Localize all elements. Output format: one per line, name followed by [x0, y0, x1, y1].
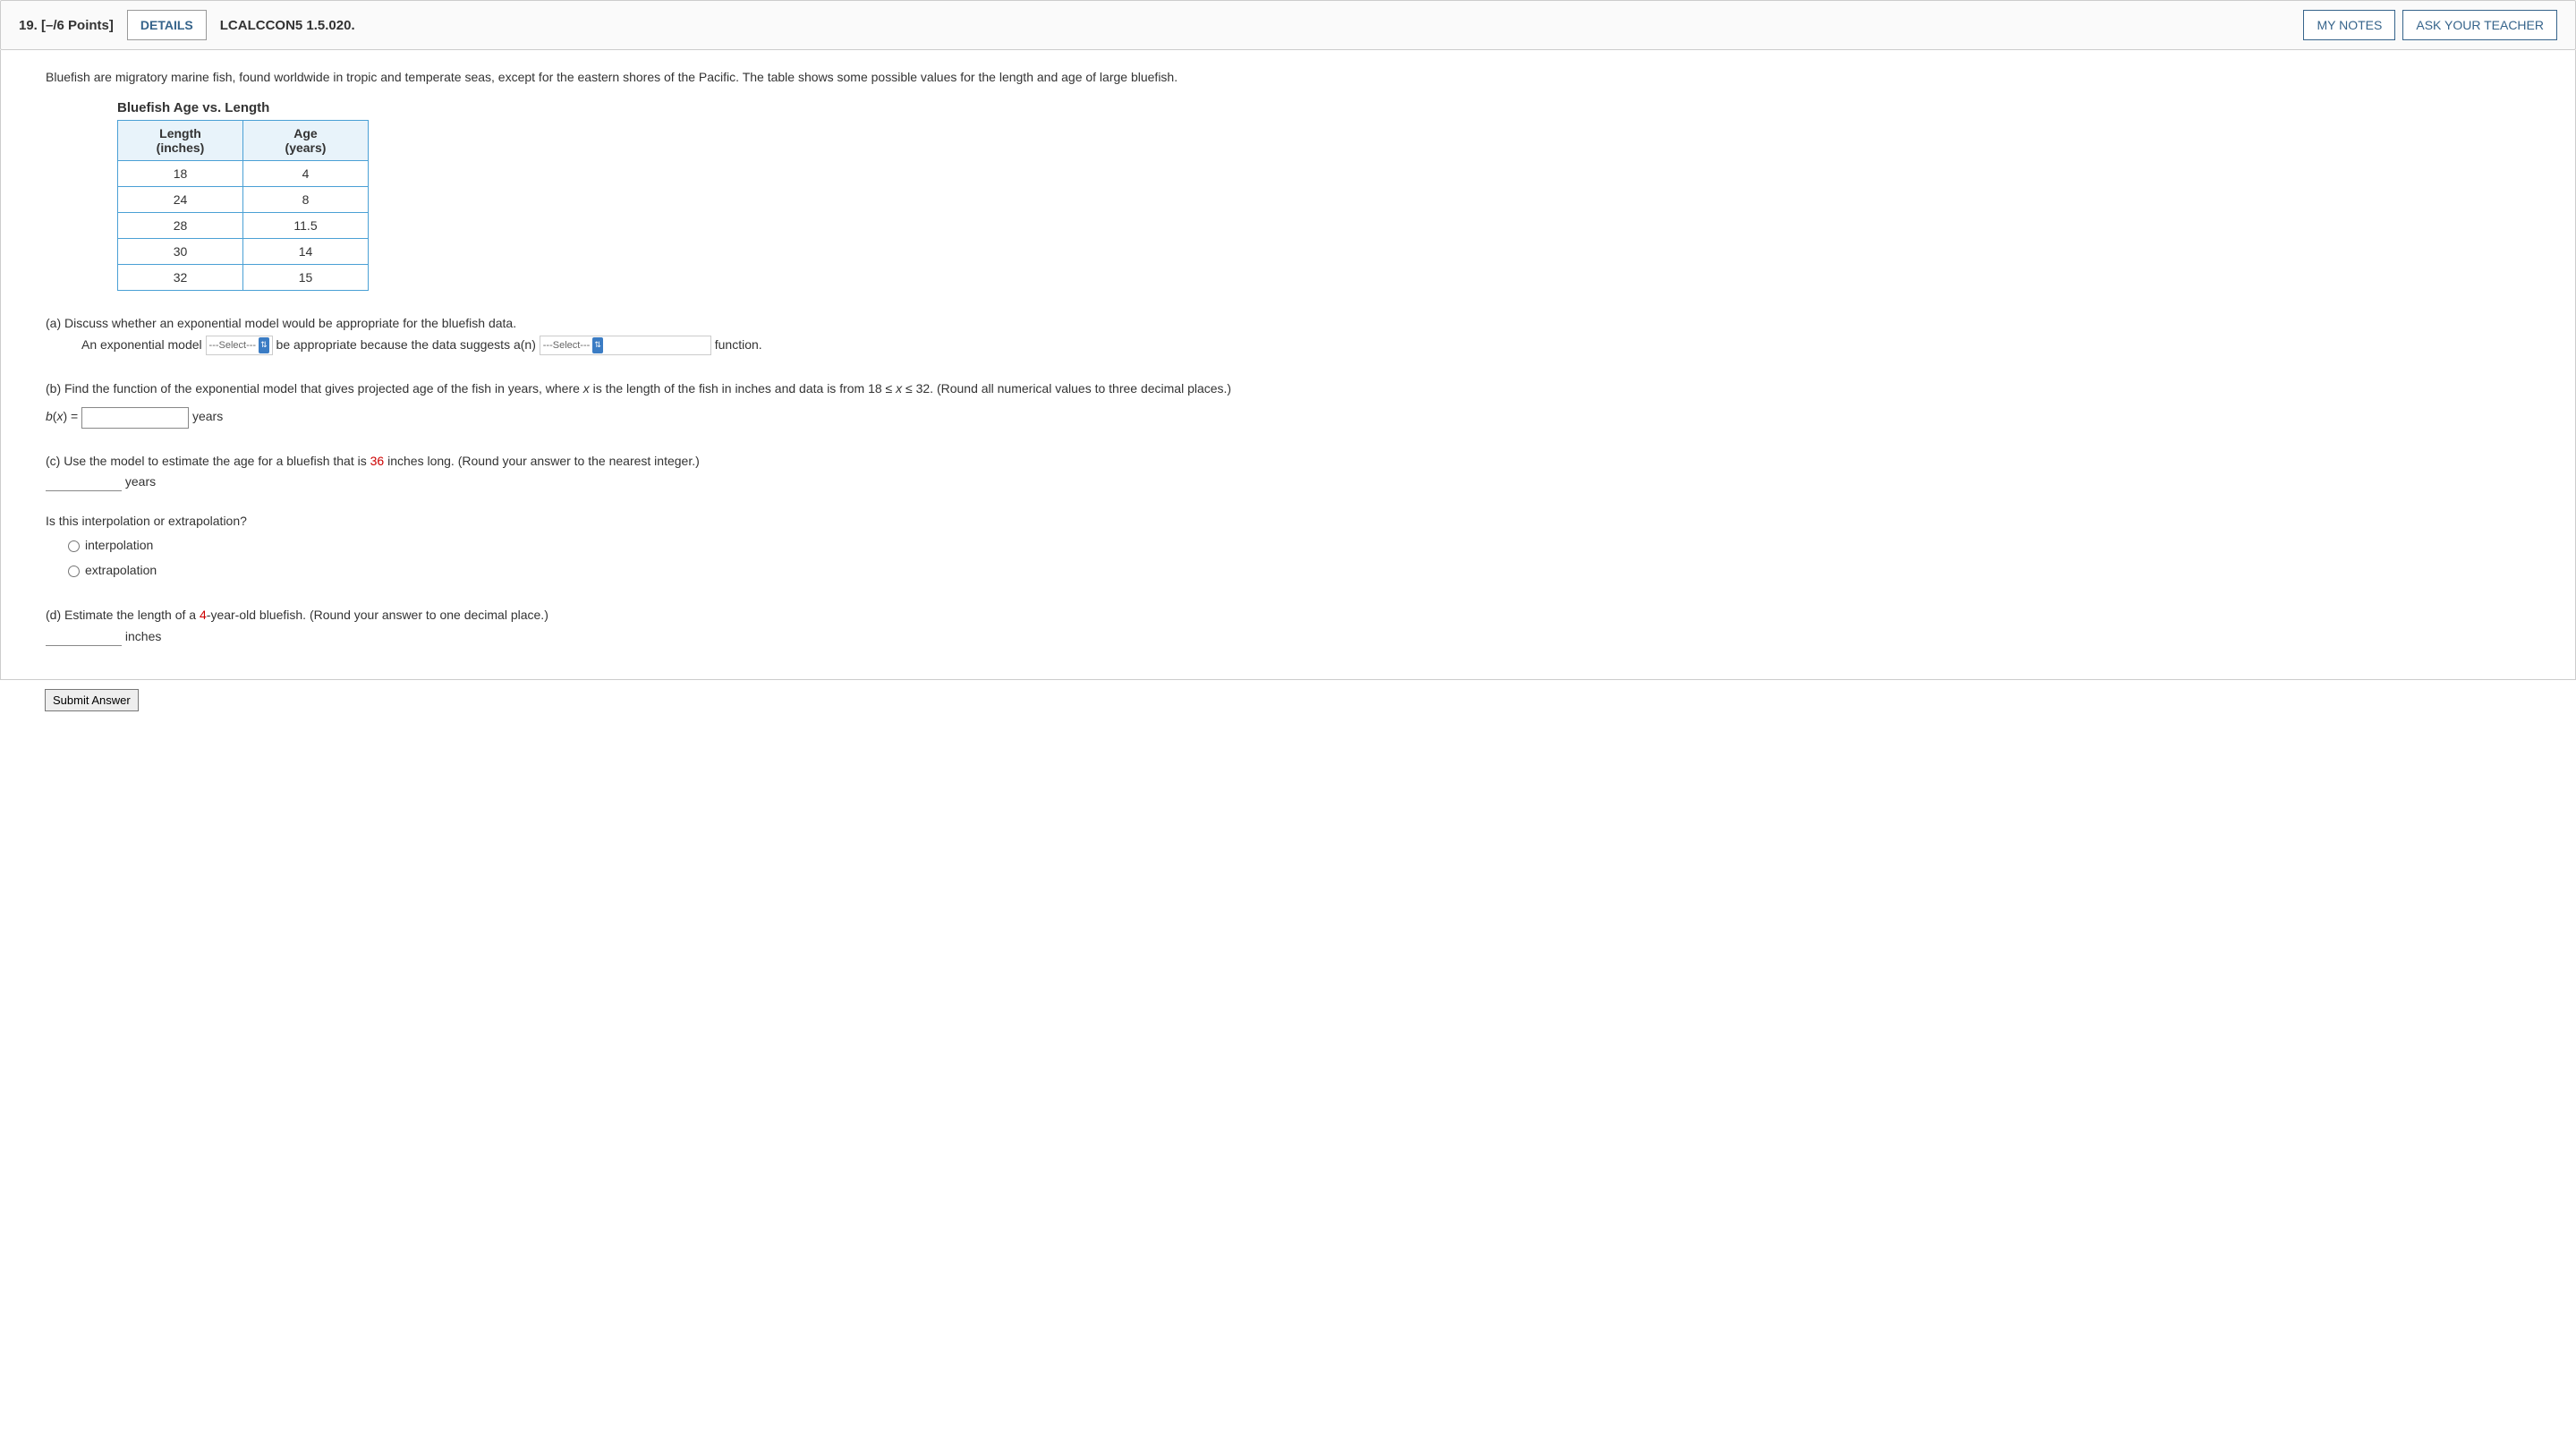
- cell-age: 8: [243, 187, 369, 213]
- part-c-prompt: (c) Use the model to estimate the age fo…: [46, 451, 2530, 472]
- col-header-age: Age (years): [243, 121, 369, 161]
- a-text2: be appropriate because the data suggests…: [276, 337, 536, 352]
- part-b-prompt: (b) Find the function of the exponential…: [46, 379, 2530, 400]
- col1-line2: (inches): [157, 140, 205, 155]
- b-unit: years: [192, 409, 223, 423]
- table-row: 3014: [118, 239, 369, 265]
- d-input[interactable]: [46, 628, 122, 646]
- q-num: 19.: [19, 18, 38, 33]
- d-post: -year-old bluefish. (Round your answer t…: [207, 608, 548, 622]
- cell-age: 14: [243, 239, 369, 265]
- b-x: x: [583, 381, 590, 396]
- b-mid: is the length of the fish in inches and …: [590, 381, 896, 396]
- ask-teacher-button[interactable]: ASK YOUR TEACHER: [2402, 10, 2557, 40]
- opt2-label: extrapolation: [85, 563, 157, 577]
- select-dropdown-2[interactable]: ---Select--- ⇅: [540, 336, 711, 356]
- cell-length: 24: [118, 187, 243, 213]
- part-a-prompt: (a) Discuss whether an exponential model…: [46, 313, 2530, 335]
- table-title: Bluefish Age vs. Length: [117, 100, 2530, 115]
- radio-extrapolation-input[interactable]: [68, 566, 80, 577]
- c-pre: (c) Use the model to estimate the age fo…: [46, 454, 370, 468]
- table-row: 2811.5: [118, 213, 369, 239]
- part-c-answer: years: [46, 472, 2530, 493]
- col2-line1: Age: [293, 126, 317, 140]
- part-b: (b) Find the function of the exponential…: [46, 379, 2530, 429]
- bx-input[interactable]: [81, 407, 189, 429]
- select1-text: ---Select---: [209, 337, 257, 354]
- book-reference: LCALCCON5 1.5.020.: [220, 18, 355, 33]
- question-body: Bluefish are migratory marine fish, foun…: [0, 50, 2576, 680]
- my-notes-button[interactable]: MY NOTES: [2303, 10, 2395, 40]
- col1-line1: Length: [159, 126, 201, 140]
- part-d-prompt: (d) Estimate the length of a 4-year-old …: [46, 605, 2530, 626]
- part-d-answer: inches: [46, 626, 2530, 648]
- select-dropdown-1[interactable]: ---Select--- ⇅: [206, 336, 273, 356]
- part-a-answer: An exponential model ---Select--- ⇅ be a…: [81, 335, 2530, 356]
- part-b-answer: b(x) = years: [46, 406, 2530, 428]
- part-c: (c) Use the model to estimate the age fo…: [46, 451, 2530, 583]
- col-header-length: Length (inches): [118, 121, 243, 161]
- part-d: (d) Estimate the length of a 4-year-old …: [46, 605, 2530, 648]
- a-text1: An exponential model: [81, 337, 202, 352]
- radio-interpolation: interpolation: [68, 532, 2530, 557]
- cell-age: 4: [243, 161, 369, 187]
- select2-text: ---Select---: [543, 337, 591, 354]
- cell-length: 32: [118, 265, 243, 291]
- header-right: MY NOTES ASK YOUR TEACHER: [2303, 10, 2557, 40]
- a-text3: function.: [715, 337, 762, 352]
- table-section: Bluefish Age vs. Length Length (inches) …: [117, 100, 2530, 291]
- bx-b: b: [46, 409, 53, 423]
- cell-length: 28: [118, 213, 243, 239]
- chevron-down-icon: ⇅: [592, 337, 603, 353]
- data-table: Length (inches) Age (years) 184 248 2811…: [117, 120, 369, 291]
- d-value: 4: [200, 608, 207, 622]
- radio-extrapolation: extrapolation: [68, 557, 2530, 583]
- table-row: 248: [118, 187, 369, 213]
- c-post: inches long. (Round your answer to the n…: [384, 454, 700, 468]
- b-pre: (b) Find the function of the exponential…: [46, 381, 583, 396]
- bx-close: ) =: [63, 409, 81, 423]
- radio-interpolation-input[interactable]: [68, 540, 80, 552]
- c-input[interactable]: [46, 473, 122, 491]
- question-number: 19. [–/6 Points]: [19, 18, 114, 33]
- cell-age: 15: [243, 265, 369, 291]
- header-left: 19. [–/6 Points] DETAILS LCALCCON5 1.5.0…: [19, 10, 355, 40]
- d-unit: inches: [125, 629, 161, 643]
- cell-length: 30: [118, 239, 243, 265]
- d-pre: (d) Estimate the length of a: [46, 608, 200, 622]
- cell-age: 11.5: [243, 213, 369, 239]
- col2-line2: (years): [285, 140, 327, 155]
- question-header: 19. [–/6 Points] DETAILS LCALCCON5 1.5.0…: [0, 0, 2576, 50]
- cell-length: 18: [118, 161, 243, 187]
- table-row: 184: [118, 161, 369, 187]
- intro-text: Bluefish are migratory marine fish, foun…: [46, 68, 2530, 87]
- c-subq: Is this interpolation or extrapolation?: [46, 511, 2530, 532]
- c-unit: years: [125, 474, 156, 489]
- chevron-down-icon: ⇅: [259, 337, 269, 353]
- c-value: 36: [370, 454, 385, 468]
- submit-wrap: Submit Answer: [0, 680, 2576, 720]
- submit-button[interactable]: Submit Answer: [45, 689, 139, 711]
- b-post: ≤ 32. (Round all numerical values to thr…: [902, 381, 1231, 396]
- table-row: 3215: [118, 265, 369, 291]
- opt1-label: interpolation: [85, 538, 153, 552]
- q-points: [–/6 Points]: [41, 18, 114, 33]
- details-button[interactable]: DETAILS: [127, 10, 207, 40]
- part-a: (a) Discuss whether an exponential model…: [46, 313, 2530, 356]
